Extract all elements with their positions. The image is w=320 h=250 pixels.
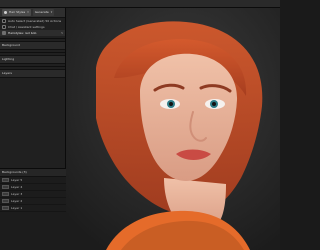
panel-tab-bar: Hair Styles ▾ Generate ▾ [0, 8, 65, 18]
tab-hair-styles[interactable]: Hair Styles ▾ [2, 9, 31, 16]
divider [0, 66, 65, 67]
layers-list-title: Backgrounds (3) [2, 170, 27, 174]
layer-thumbnail [2, 178, 9, 182]
portrait-image [66, 8, 280, 250]
left-pupil [169, 102, 173, 106]
layer-label: Layer 4 [11, 184, 23, 189]
list-item[interactable]: Layer 1 [0, 205, 66, 212]
row-count: 5 [61, 30, 63, 35]
tab-label: Hair Styles [9, 10, 26, 14]
row-label: Hairstyles: red bob [8, 30, 37, 35]
image-canvas[interactable] [66, 8, 280, 250]
checkbox[interactable] [2, 19, 6, 23]
row-label: Chat / Assistant settings [8, 24, 45, 29]
panel-row-selected[interactable]: Hairstyles: red bob 5 [0, 30, 65, 36]
section-header-background[interactable]: Background [0, 41, 65, 50]
tab-label: Generate [34, 10, 49, 14]
layer-thumbnail [2, 199, 9, 203]
section-title: Background [2, 43, 20, 47]
layer-label: Layer 3 [11, 191, 23, 196]
section-header-lighting[interactable]: Lighting [0, 55, 65, 64]
chevron-down-icon: ▾ [50, 10, 53, 14]
layer-thumbnail [2, 192, 9, 196]
divider [0, 52, 65, 53]
section-title: Layers [2, 71, 12, 75]
layer-thumbnail [2, 185, 9, 189]
tab-icon [4, 11, 7, 14]
layer-thumbnail [2, 206, 9, 210]
list-item[interactable]: Layer 2 [0, 198, 66, 205]
chevron-down-icon: ▾ [27, 10, 29, 14]
right-pupil [212, 102, 216, 106]
layer-label: Layer 5 [11, 177, 23, 182]
section-title: Lighting [2, 57, 15, 61]
layers-list: Backgrounds (3) Layer 5 Layer 4 Layer 3 … [0, 168, 66, 250]
list-item[interactable]: Layer 5 [0, 177, 66, 184]
style-icon [2, 31, 6, 35]
divider [0, 38, 65, 39]
tab-generate[interactable]: Generate ▾ [32, 9, 55, 16]
layer-label: Layer 2 [11, 198, 23, 203]
title-bar [0, 0, 280, 8]
row-label: Auto Select (Generated) 50 Actions [8, 18, 62, 23]
app-window: Hair Styles ▾ Generate ▾ Auto Select (Ge… [0, 0, 280, 250]
layers-list-header: Backgrounds (3) [0, 169, 66, 177]
list-item[interactable]: Layer 3 [0, 191, 66, 198]
layer-label: Layer 1 [11, 205, 23, 210]
checkbox[interactable] [2, 25, 6, 29]
list-item[interactable]: Layer 4 [0, 184, 66, 191]
section-header-layers[interactable]: Layers [0, 69, 65, 78]
